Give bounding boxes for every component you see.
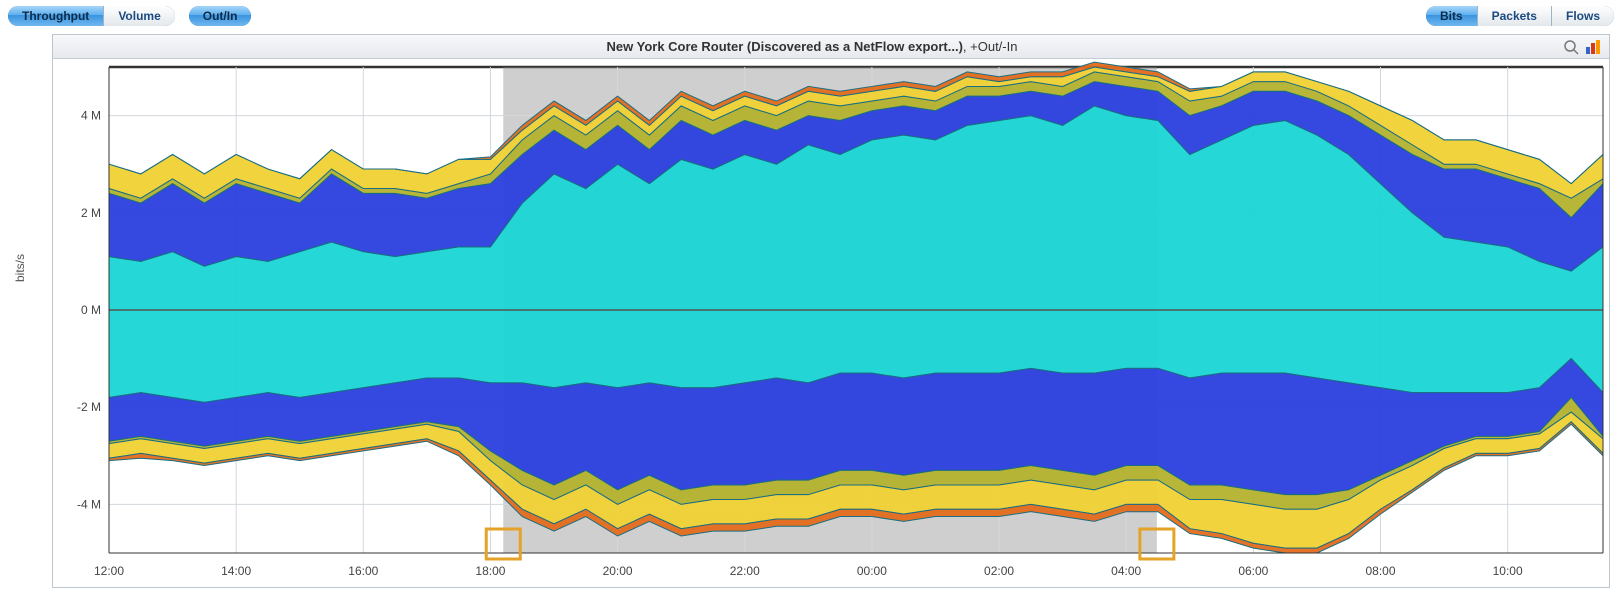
svg-text:-2 M: -2 M xyxy=(77,400,101,414)
out-in-button[interactable]: Out/In xyxy=(189,6,252,26)
svg-text:22:00: 22:00 xyxy=(730,564,760,578)
svg-text:02:00: 02:00 xyxy=(984,564,1014,578)
svg-text:14:00: 14:00 xyxy=(221,564,251,578)
svg-text:20:00: 20:00 xyxy=(603,564,633,578)
flows-button[interactable]: Flows xyxy=(1552,6,1614,26)
svg-text:0 M: 0 M xyxy=(81,303,101,317)
svg-text:08:00: 08:00 xyxy=(1365,564,1395,578)
svg-text:16:00: 16:00 xyxy=(348,564,378,578)
chart-header-icons xyxy=(1563,39,1601,55)
toolbar-right: Bits Packets Flows xyxy=(1426,6,1614,26)
zoom-reset-icon[interactable] xyxy=(1563,39,1579,55)
throughput-button[interactable]: Throughput xyxy=(8,6,104,26)
svg-text:04:00: 04:00 xyxy=(1111,564,1141,578)
chart-type-icon[interactable] xyxy=(1585,39,1601,55)
chart-title-main: New York Core Router (Discovered as a Ne… xyxy=(607,39,963,54)
chart-toolbar: Throughput Volume Out/In Bits Packets Fl… xyxy=(8,6,1614,26)
toolbar-left: Throughput Volume Out/In xyxy=(8,6,251,26)
y-axis-label-box: bits/s xyxy=(9,35,53,557)
svg-text:12:00: 12:00 xyxy=(94,564,124,578)
volume-button[interactable]: Volume xyxy=(104,6,174,26)
direction-toggle-group: Out/In xyxy=(189,6,252,26)
chart-header: New York Core Router (Discovered as a Ne… xyxy=(53,35,1609,59)
chart-title: New York Core Router (Discovered as a Ne… xyxy=(61,39,1563,54)
chart-title-suffix: , +Out/-In xyxy=(963,39,1018,54)
unit-toggle-group: Bits Packets Flows xyxy=(1426,6,1614,26)
bits-button[interactable]: Bits xyxy=(1426,6,1478,26)
svg-text:4 M: 4 M xyxy=(81,109,101,123)
packets-button[interactable]: Packets xyxy=(1478,6,1552,26)
chart-panel: bits/s New York Core Router (Discovered … xyxy=(52,34,1610,588)
y-axis-label: bits/s xyxy=(13,254,27,282)
svg-text:06:00: 06:00 xyxy=(1238,564,1268,578)
svg-text:-4 M: -4 M xyxy=(77,497,101,511)
svg-text:10:00: 10:00 xyxy=(1493,564,1523,578)
metric-toggle-group: Throughput Volume xyxy=(8,6,175,26)
svg-text:2 M: 2 M xyxy=(81,206,101,220)
svg-text:18:00: 18:00 xyxy=(475,564,505,578)
svg-text:00:00: 00:00 xyxy=(857,564,887,578)
chart-plot-area[interactable]: -4 M -2 M 0 M 2 M 4 M 12:00 14:00 16:00 18:00 20:… xyxy=(53,59,1609,587)
